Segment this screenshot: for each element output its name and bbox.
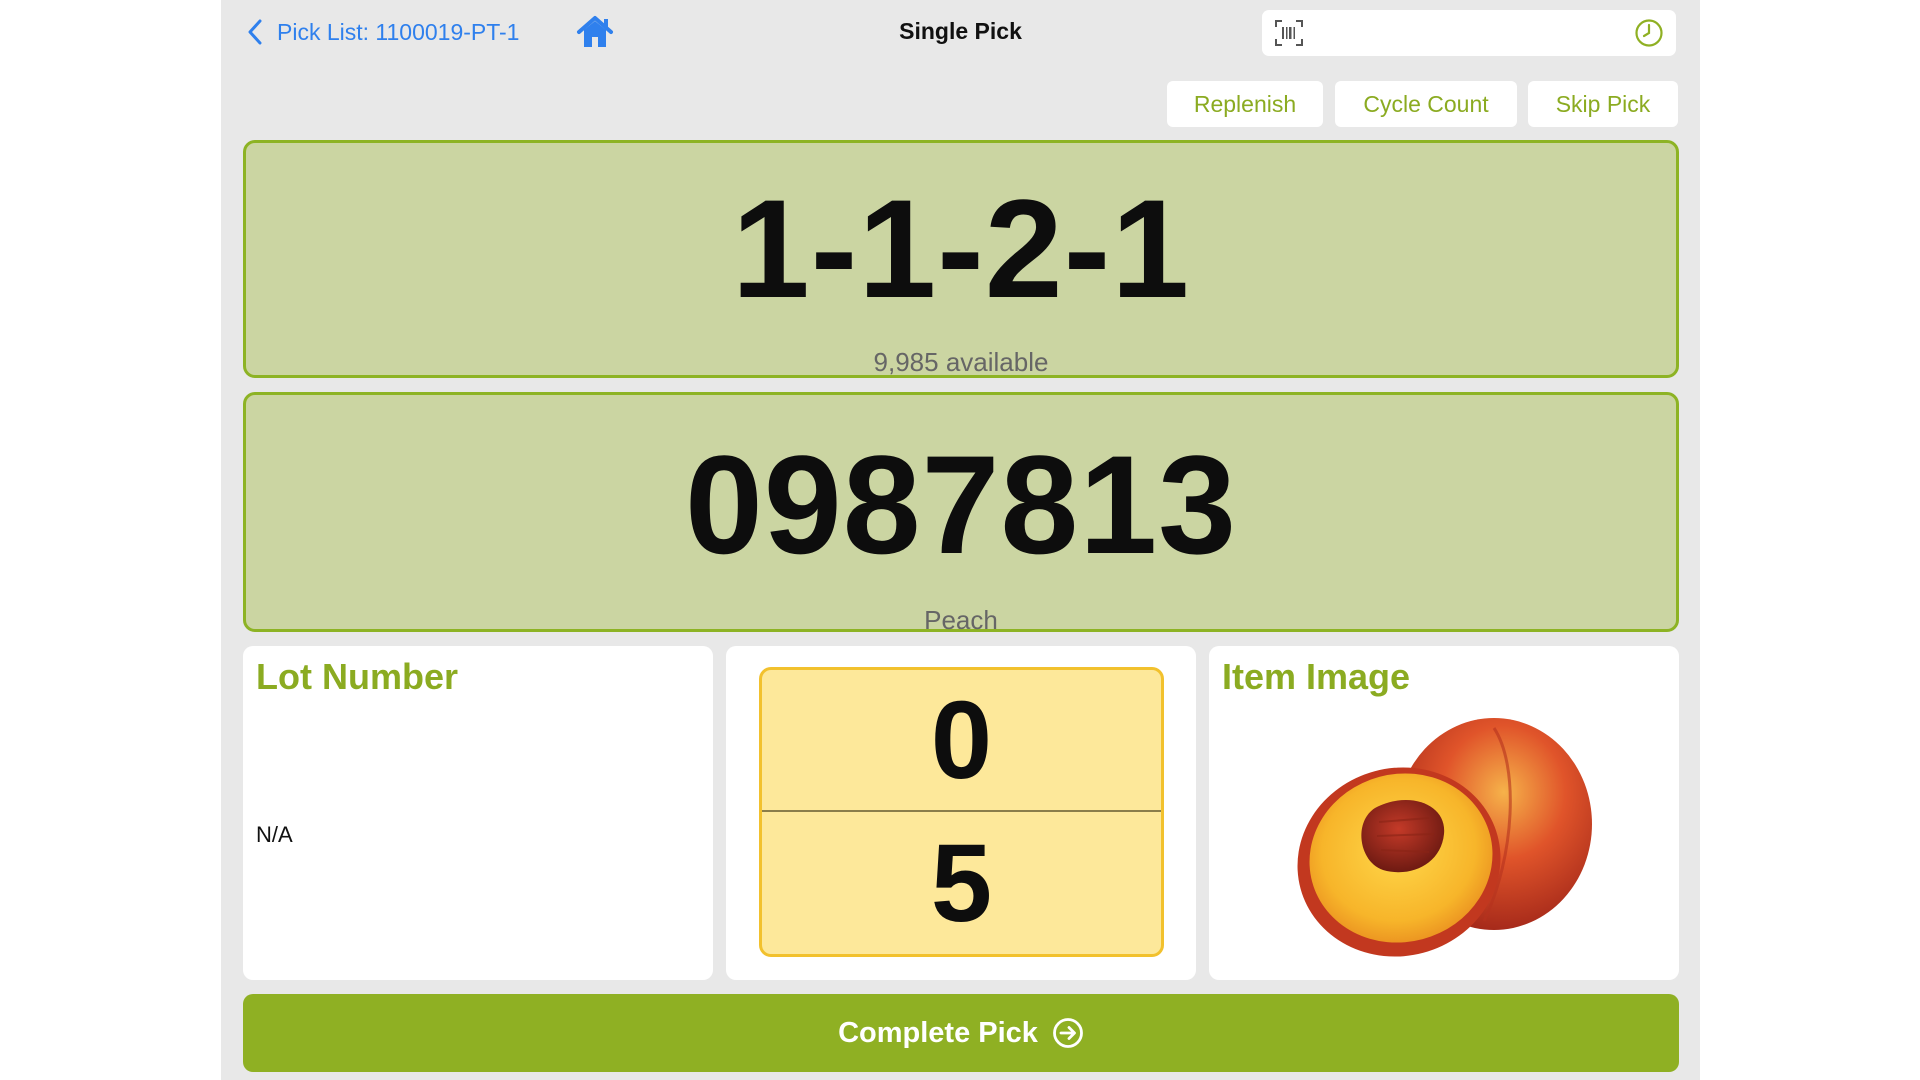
single-pick-screen: Pick List: 1100019-PT-1 Single Pick Repl… bbox=[221, 0, 1700, 1080]
complete-pick-label: Complete Pick bbox=[838, 1016, 1038, 1049]
back-button[interactable]: Pick List: 1100019-PT-1 bbox=[247, 14, 519, 50]
skip-pick-button[interactable]: Skip Pick bbox=[1528, 81, 1678, 127]
chevron-left-icon bbox=[248, 19, 262, 45]
barcode-scan-icon[interactable] bbox=[1274, 19, 1304, 47]
replenish-button[interactable]: Replenish bbox=[1167, 81, 1323, 127]
complete-pick-button[interactable]: Complete Pick bbox=[243, 994, 1679, 1072]
item-image-panel: Item Image bbox=[1209, 646, 1679, 980]
peach-image bbox=[1297, 718, 1592, 957]
available-quantity: 9,985 available bbox=[873, 347, 1049, 377]
lot-number-heading: Lot Number bbox=[256, 656, 458, 697]
quantity-box[interactable]: 0 5 bbox=[759, 667, 1164, 957]
required-quantity: 5 bbox=[930, 821, 993, 945]
home-button[interactable] bbox=[576, 14, 614, 50]
home-icon bbox=[577, 16, 613, 47]
item-code: 0987813 bbox=[684, 426, 1238, 583]
back-label: Pick List: 1100019-PT-1 bbox=[277, 18, 520, 45]
lot-number-value: N/A bbox=[256, 822, 293, 847]
arrow-circle-right-icon bbox=[1053, 1018, 1083, 1048]
item-name: Peach bbox=[924, 605, 998, 635]
quantity-panel: 0 5 bbox=[726, 646, 1196, 980]
picked-quantity: 0 bbox=[762, 670, 1161, 812]
item-card: 0987813 Peach bbox=[243, 392, 1679, 635]
cycle-count-button[interactable]: Cycle Count bbox=[1335, 81, 1517, 127]
history-clock-icon[interactable] bbox=[1634, 18, 1664, 48]
item-image-heading: Item Image bbox=[1222, 656, 1411, 697]
search-bar bbox=[1262, 10, 1676, 58]
location-card: 1-1-2-1 9,985 available bbox=[243, 140, 1679, 378]
location-code: 1-1-2-1 bbox=[731, 170, 1191, 327]
search-input[interactable] bbox=[1318, 10, 1622, 58]
lot-number-panel: Lot Number N/A bbox=[243, 646, 713, 980]
